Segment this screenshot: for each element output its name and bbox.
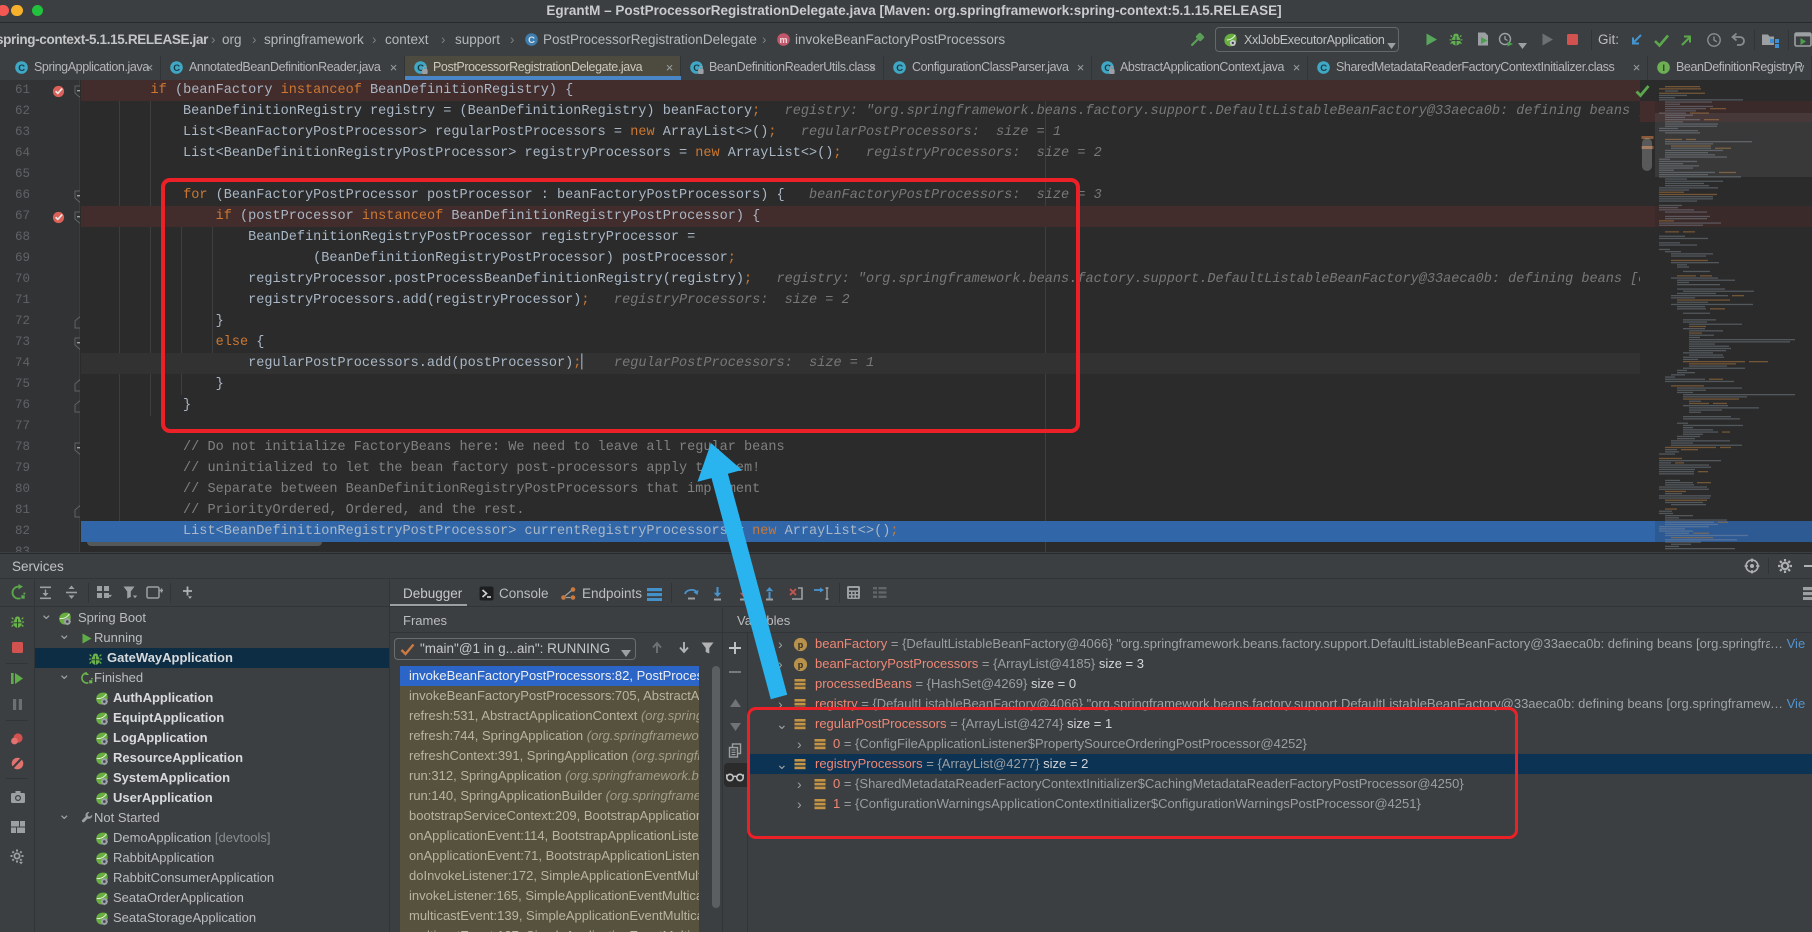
- svg-text:p: p: [798, 640, 804, 651]
- svg-text:p: p: [798, 660, 804, 671]
